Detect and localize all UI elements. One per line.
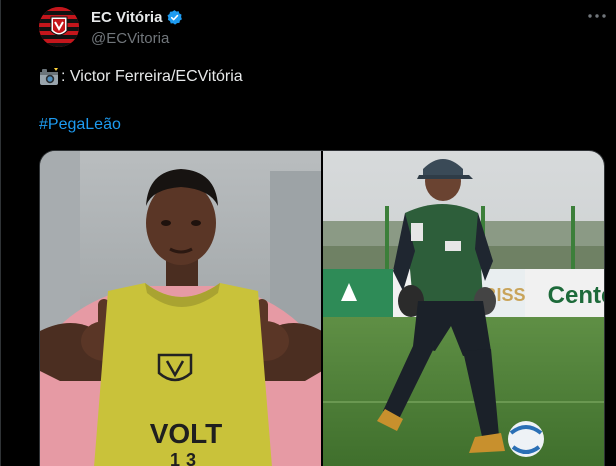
photo-player-portrait[interactable]: VOLT 13 (40, 151, 321, 466)
camera-flash-icon (39, 68, 59, 86)
ad-board-text: Cente (548, 282, 604, 309)
hashtag-link[interactable]: #PegaLeão (39, 116, 121, 134)
ec-vitoria-logo-icon (39, 7, 79, 47)
media-grid[interactable]: VOLT 13 RBISS Cent (39, 150, 605, 466)
photo-credit-text: : Victor Ferreira/ECVitória (61, 68, 243, 85)
avatar[interactable] (39, 7, 79, 47)
verified-badge-icon (166, 9, 183, 26)
author-name-row[interactable]: EC Vitória (91, 9, 183, 26)
user-handle[interactable]: @ECVitoria (91, 30, 169, 47)
tweet-page: EC Vitória @ECVitoria : Victor Ferreira/… (0, 0, 616, 466)
tweet-text: : Victor Ferreira/ECVitória (39, 67, 243, 87)
photo-goalkeeper-training[interactable]: RBISS Cente (323, 151, 604, 466)
column-border (0, 0, 1, 466)
shirt-number-text: 13 (170, 450, 202, 466)
more-options-icon[interactable] (587, 6, 607, 26)
display-name[interactable]: EC Vitória (91, 9, 162, 26)
shirt-sponsor-text: VOLT (150, 418, 223, 449)
